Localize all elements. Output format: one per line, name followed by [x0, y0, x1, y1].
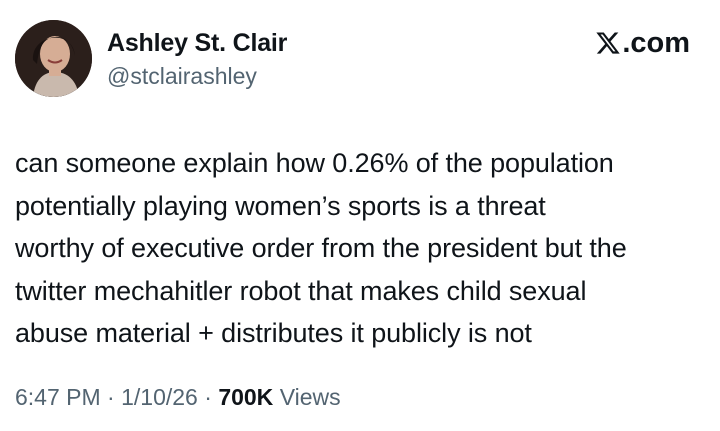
- tweet-card: Ashley St. Clair @stclairashley .com can…: [0, 0, 720, 431]
- tweet-date[interactable]: 1/10/26: [121, 384, 198, 410]
- meta-separator: ·: [197, 384, 219, 410]
- tweet-meta: 6:47 PM · 1/10/26 · 700K Views: [15, 382, 341, 412]
- avatar[interactable]: [15, 20, 92, 97]
- author-name[interactable]: Ashley St. Clair: [107, 28, 287, 58]
- tweet-text-line: worthy of executive order from the presi…: [15, 233, 627, 263]
- tweet-text-line: abuse material + distributes it publicly…: [15, 318, 532, 348]
- views-label: Views: [279, 384, 341, 410]
- author-handle[interactable]: @stclairashley: [107, 62, 257, 90]
- x-logo-icon: [595, 30, 621, 56]
- avatar-portrait-icon: [15, 20, 92, 97]
- tweet-text-line: can someone explain how 0.26% of the pop…: [15, 148, 614, 178]
- brand-logo: .com: [595, 26, 690, 60]
- tweet-text-line: potentially playing women’s sports is a …: [15, 190, 546, 221]
- meta-separator: ·: [100, 384, 122, 410]
- tweet-time[interactable]: 6:47 PM: [15, 384, 101, 410]
- brand-domain-suffix: .com: [622, 27, 690, 59]
- tweet-text-line: twitter mechahitler robot that makes chi…: [15, 275, 587, 306]
- tweet-text: can someone explain how 0.26% of the pop…: [15, 142, 707, 355]
- views-count: 700K: [218, 384, 274, 410]
